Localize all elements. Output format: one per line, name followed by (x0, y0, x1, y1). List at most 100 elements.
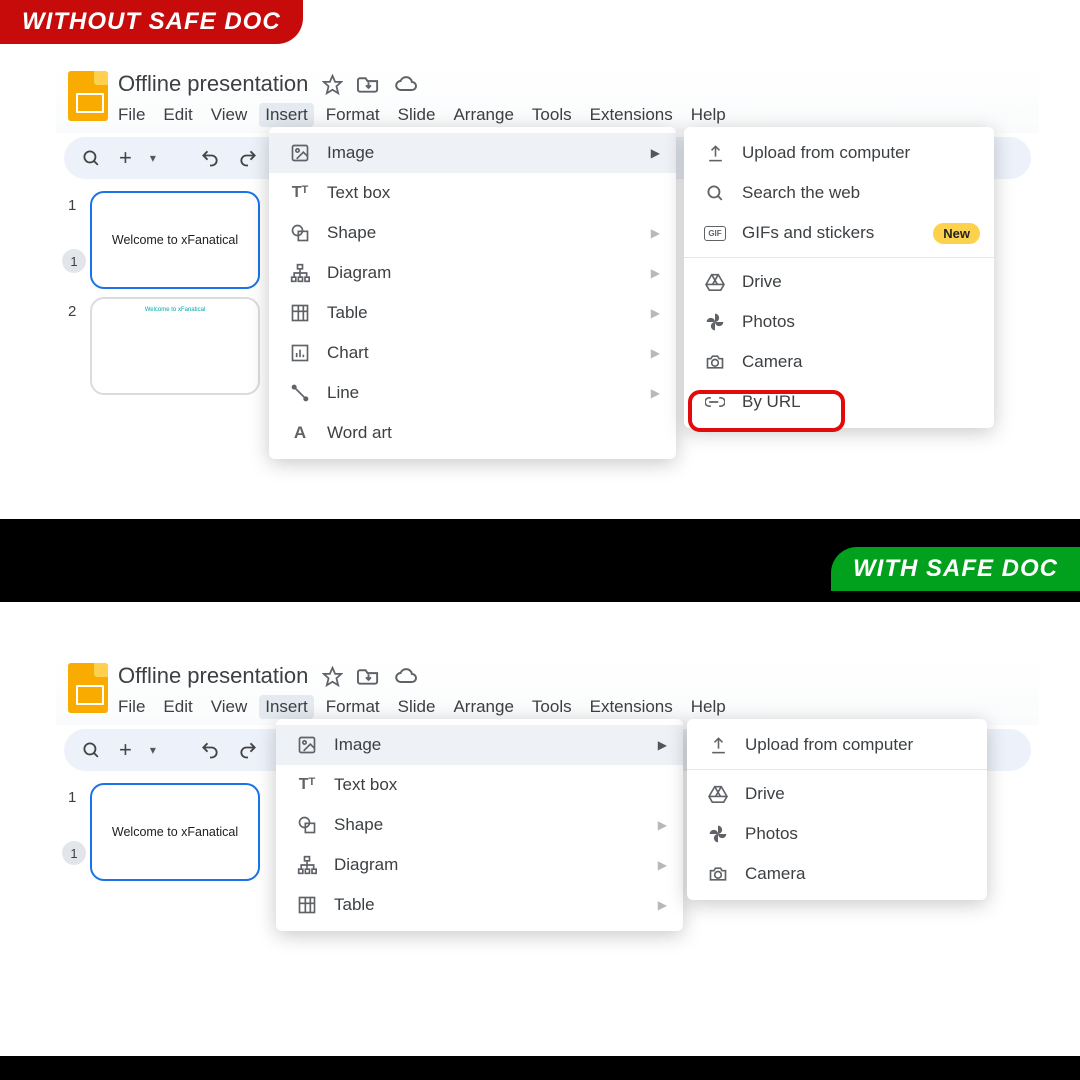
insert-image[interactable]: Image▶ (276, 725, 683, 765)
star-icon[interactable] (322, 74, 343, 95)
thumb-number-2: 2 (68, 297, 82, 320)
menu-view[interactable]: View (211, 697, 248, 717)
menu-tools[interactable]: Tools (532, 105, 572, 125)
image-gifs-label: GIFs and stickers (742, 223, 874, 243)
insert-image[interactable]: Image▶ (269, 133, 676, 173)
insert-image-label: Image (327, 143, 374, 163)
banner-without-safe-doc: WITHOUT SAFE DOC (0, 0, 303, 44)
menu-help[interactable]: Help (691, 697, 726, 717)
link-icon (704, 396, 726, 408)
menu-insert[interactable]: Insert (259, 695, 314, 719)
menu-slide[interactable]: Slide (398, 105, 436, 125)
topbar: Offline presentation File Edit View Inse… (56, 68, 1039, 133)
image-drive[interactable]: Drive (684, 262, 994, 302)
redo-icon[interactable] (238, 148, 258, 168)
search-icon[interactable] (82, 149, 101, 168)
insert-table-label: Table (334, 895, 375, 915)
insert-shape-label: Shape (327, 223, 376, 243)
image-search-label: Search the web (742, 183, 860, 203)
thumb-number-1: 1 (68, 191, 82, 214)
insert-wordart[interactable]: A Word art (269, 413, 676, 453)
doc-title[interactable]: Offline presentation (118, 663, 308, 689)
image-upload[interactable]: Upload from computer (687, 725, 987, 765)
menu-tools[interactable]: Tools (532, 697, 572, 717)
topbar-2: Offline presentation File Edit View Inse… (56, 660, 1039, 725)
insert-line[interactable]: Line▶ (269, 373, 676, 413)
image-photos[interactable]: Photos (687, 814, 987, 854)
image-drive-label: Drive (745, 784, 785, 804)
redo-icon[interactable] (238, 740, 258, 760)
insert-table[interactable]: Table▶ (276, 885, 683, 925)
new-slide-button[interactable]: + (119, 145, 132, 171)
menu-edit[interactable]: Edit (163, 697, 192, 717)
new-slide-caret-icon[interactable]: ▾ (150, 743, 156, 757)
menu-extensions[interactable]: Extensions (590, 697, 673, 717)
menu-arrange[interactable]: Arrange (453, 105, 513, 125)
image-gifs[interactable]: GIF GIFs and stickers New (684, 213, 994, 253)
menu-file[interactable]: File (118, 105, 145, 125)
workspace: 1 Welcome to xFanatical 1 Image▶ TT Text… (56, 771, 1039, 1041)
move-folder-icon[interactable] (357, 666, 380, 686)
menu-format[interactable]: Format (326, 697, 380, 717)
gif-icon: GIF (704, 226, 726, 241)
cloud-status-icon[interactable] (394, 667, 418, 685)
shape-icon (289, 223, 311, 243)
image-upload[interactable]: Upload from computer (684, 133, 994, 173)
menu-arrange[interactable]: Arrange (453, 697, 513, 717)
search-icon[interactable] (82, 741, 101, 760)
menu-extensions[interactable]: Extensions (590, 105, 673, 125)
cloud-status-icon[interactable] (394, 75, 418, 93)
insert-shape[interactable]: Shape▶ (269, 213, 676, 253)
insert-textbox[interactable]: TT Text box (269, 173, 676, 213)
menu-view[interactable]: View (211, 105, 248, 125)
menu-insert[interactable]: Insert (259, 103, 314, 127)
image-upload-label: Upload from computer (745, 735, 913, 755)
move-folder-icon[interactable] (357, 74, 380, 94)
camera-icon (707, 865, 729, 883)
insert-textbox[interactable]: TT Text box (276, 765, 683, 805)
insert-shape[interactable]: Shape▶ (276, 805, 683, 845)
insert-shape-label: Shape (334, 815, 383, 835)
image-camera[interactable]: Camera (687, 854, 987, 894)
insert-chart[interactable]: Chart▶ (269, 333, 676, 373)
undo-icon[interactable] (200, 148, 220, 168)
image-search-web[interactable]: Search the web (684, 173, 994, 213)
insert-textbox-label: Text box (334, 775, 397, 795)
new-slide-caret-icon[interactable]: ▾ (150, 151, 156, 165)
undo-icon[interactable] (200, 740, 220, 760)
insert-table[interactable]: Table▶ (269, 293, 676, 333)
doc-title[interactable]: Offline presentation (118, 71, 308, 97)
insert-diagram[interactable]: Diagram▶ (269, 253, 676, 293)
new-badge: New (933, 223, 980, 244)
thumbnail-text-2: Welcome to xFanatical (137, 299, 214, 321)
menu-slide[interactable]: Slide (398, 697, 436, 717)
panel-with: Offline presentation File Edit View Inse… (56, 660, 1039, 1041)
camera-icon (704, 353, 726, 371)
slide-thumbnail-2[interactable]: Welcome to xFanatical (90, 297, 260, 395)
menu-help[interactable]: Help (691, 105, 726, 125)
insert-diagram[interactable]: Diagram▶ (276, 845, 683, 885)
menu-edit[interactable]: Edit (163, 105, 192, 125)
banner-with-safe-doc: WITH SAFE DOC (831, 547, 1080, 591)
image-camera-label: Camera (742, 352, 802, 372)
menu-format[interactable]: Format (326, 105, 380, 125)
image-photos[interactable]: Photos (684, 302, 994, 342)
image-camera[interactable]: Camera (684, 342, 994, 382)
drive-icon (704, 273, 726, 291)
star-icon[interactable] (322, 666, 343, 687)
panel-without: Offline presentation File Edit View Inse… (56, 68, 1039, 519)
textbox-icon: TT (296, 776, 318, 794)
image-photos-label: Photos (742, 312, 795, 332)
new-slide-button[interactable]: + (119, 737, 132, 763)
image-by-url[interactable]: By URL (684, 382, 994, 422)
menu-file[interactable]: File (118, 697, 145, 717)
slide-thumbnail-1[interactable]: Welcome to xFanatical (90, 783, 260, 881)
image-icon (296, 735, 318, 755)
image-drive[interactable]: Drive (687, 774, 987, 814)
insert-menu: Image▶ TT Text box Shape▶ Diagram▶ Table… (276, 719, 683, 931)
insert-diagram-label: Diagram (334, 855, 398, 875)
slide-thumbnail-1[interactable]: Welcome to xFanatical (90, 191, 260, 289)
image-camera-label: Camera (745, 864, 805, 884)
bottom-bar (0, 1056, 1080, 1080)
table-icon (296, 895, 318, 915)
